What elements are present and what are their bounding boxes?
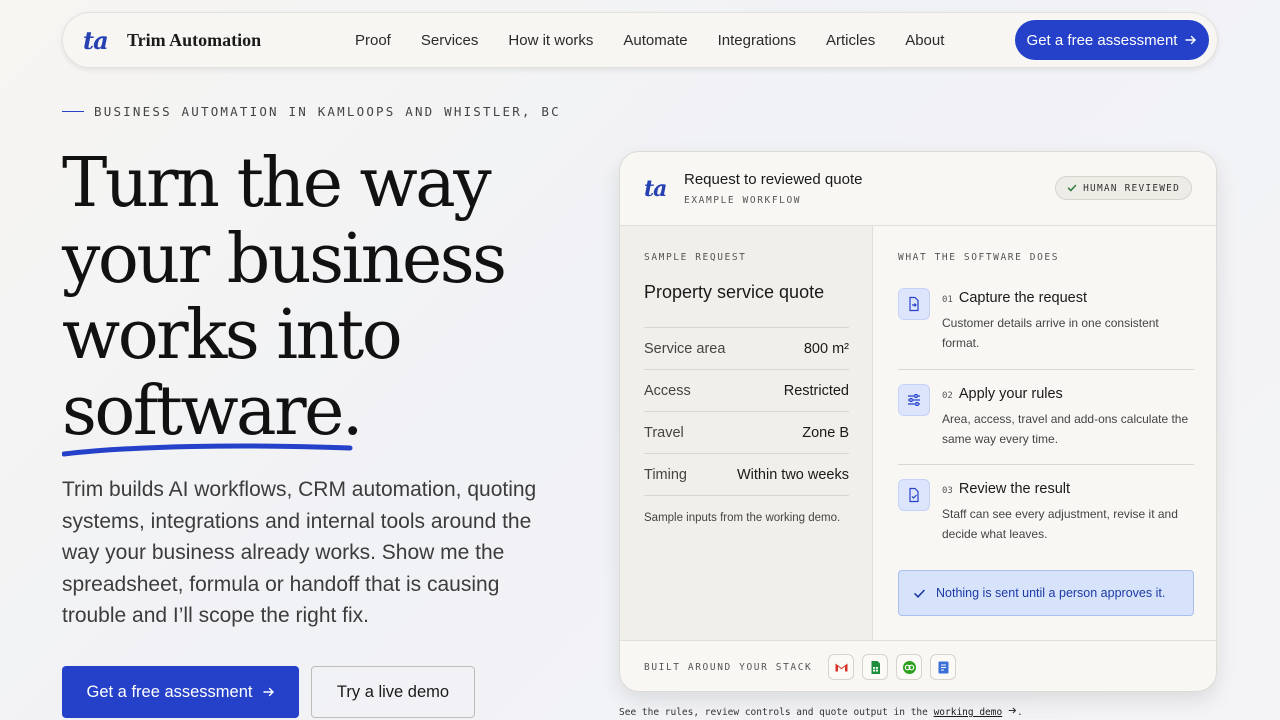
hero-eyebrow: BUSINESS AUTOMATION IN KAMLOOPS AND WHIS… (62, 104, 561, 119)
table-row: Access Restricted (644, 370, 849, 412)
top-navigation: ta Trim Automation Proof Services How it… (62, 12, 1218, 68)
software-steps-label: WHAT THE SOFTWARE DOES (898, 252, 1060, 263)
file-import-icon (898, 288, 930, 320)
step-number: 03 (942, 486, 953, 496)
assessment-button-label: Get a free assessment (86, 682, 253, 701)
hero-title: Turn the way your business works into so… (62, 144, 622, 457)
card-title: Request to reviewed quote (684, 171, 863, 188)
check-icon (914, 589, 925, 598)
row-key: Access (644, 382, 691, 399)
row-value: Restricted (783, 382, 849, 399)
table-row: Timing Within two weeks (644, 454, 849, 496)
step-description: Customer details arrive in one consisten… (942, 316, 1159, 350)
approval-notice: Nothing is sent until a person approves … (898, 570, 1194, 616)
sliders-icon (898, 384, 930, 416)
hero-title-highlight: software. (62, 372, 363, 457)
working-demo-link[interactable]: working demo (934, 707, 1003, 718)
card-header: ta Request to reviewed quote EXAMPLE WOR… (620, 152, 1216, 226)
document-check-icon (898, 479, 930, 511)
google-sheets-icon (862, 654, 889, 680)
row-key: Travel (644, 424, 684, 441)
brand-logo[interactable]: ta Trim Automation (83, 26, 261, 55)
step-number: 01 (942, 295, 953, 305)
stack-label: BUILT AROUND YOUR STACK (644, 661, 813, 673)
brand-name: Trim Automation (127, 29, 262, 50)
hero-title-line-4: software. (62, 372, 363, 451)
nav-link-integrations[interactable]: Integrations (718, 32, 796, 49)
step-title: Capture the request (958, 290, 1088, 306)
step-description: Staff can see every adjustment, revise i… (942, 507, 1178, 541)
arrow-right-icon (1008, 707, 1017, 714)
row-value: Zone B (802, 424, 849, 441)
row-value: Within two weeks (736, 466, 849, 483)
badge-label: HUMAN REVIEWED (1083, 182, 1180, 194)
table-row: Service area 800 m² (644, 328, 849, 370)
approval-text: Nothing is sent until a person approves … (936, 586, 1166, 600)
assessment-button[interactable]: Get a free assessment (62, 666, 299, 718)
row-key: Service area (644, 340, 726, 357)
card-footer: BUILT AROUND YOUR STACK (620, 640, 1216, 691)
workflow-card: ta Request to reviewed quote EXAMPLE WOR… (619, 151, 1217, 692)
sample-request-label: SAMPLE REQUEST (644, 252, 747, 263)
quickbooks-icon (896, 654, 923, 680)
human-reviewed-badge: HUMAN REVIEWED (1055, 176, 1192, 200)
nav-link-articles[interactable]: Articles (826, 32, 875, 49)
nav-links: Proof Services How it works Automate Int… (355, 13, 974, 67)
eyebrow-text: BUSINESS AUTOMATION IN KAMLOOPS AND WHIS… (94, 104, 561, 119)
step-divider (898, 369, 1194, 370)
nav-assessment-button[interactable]: Get a free assessment (1015, 20, 1209, 60)
demo-caption: See the rules, review controls and quote… (619, 706, 1023, 718)
demo-caption-end: . (1016, 707, 1023, 718)
nav-link-about[interactable]: About (905, 32, 944, 49)
software-steps-panel: WHAT THE SOFTWARE DOES 01 Capture the re… (874, 226, 1216, 640)
brush-underline-icon (62, 443, 353, 457)
hero-title-line-1: Turn the way (62, 144, 492, 223)
step-divider (898, 464, 1194, 465)
request-title: Property service quote (644, 282, 825, 302)
eyebrow-rule (62, 111, 84, 112)
check-icon (1067, 184, 1077, 192)
hero-title-line-3: works into (62, 296, 403, 375)
table-row: Travel Zone B (644, 412, 849, 454)
sample-note: Sample inputs from the working demo. (644, 512, 841, 524)
demo-caption-text: See the rules, review controls and quote… (619, 707, 934, 718)
step-description: Area, access, travel and add-ons calcula… (942, 412, 1189, 446)
row-value: 800 m² (803, 340, 849, 357)
step-title: Review the result (958, 481, 1071, 497)
card-logo: ta (644, 176, 667, 202)
nav-link-proof[interactable]: Proof (355, 32, 391, 49)
arrow-right-icon (1185, 35, 1197, 45)
card-subtitle: EXAMPLE WORKFLOW (684, 195, 802, 206)
step-number: 02 (942, 391, 953, 401)
nav-link-automate[interactable]: Automate (623, 32, 687, 49)
nav-link-how-it-works[interactable]: How it works (508, 32, 593, 49)
hero-description: Trim builds AI workflows, CRM automation… (62, 478, 537, 628)
request-details: Service area 800 m² Access Restricted Tr… (644, 327, 849, 496)
row-key: Timing (644, 466, 687, 483)
step-title: Apply your rules (958, 386, 1063, 402)
sample-request-panel: SAMPLE REQUEST Property service quote Se… (620, 226, 873, 640)
live-demo-button[interactable]: Try a live demo (311, 666, 475, 718)
google-forms-icon (930, 654, 957, 680)
hero-title-line-2: your business (62, 220, 507, 299)
arrow-right-icon (262, 687, 274, 697)
gmail-icon (828, 654, 855, 680)
brand-mark: ta (83, 25, 109, 55)
nav-assessment-label: Get a free assessment (1026, 31, 1178, 49)
nav-link-services[interactable]: Services (421, 32, 479, 49)
